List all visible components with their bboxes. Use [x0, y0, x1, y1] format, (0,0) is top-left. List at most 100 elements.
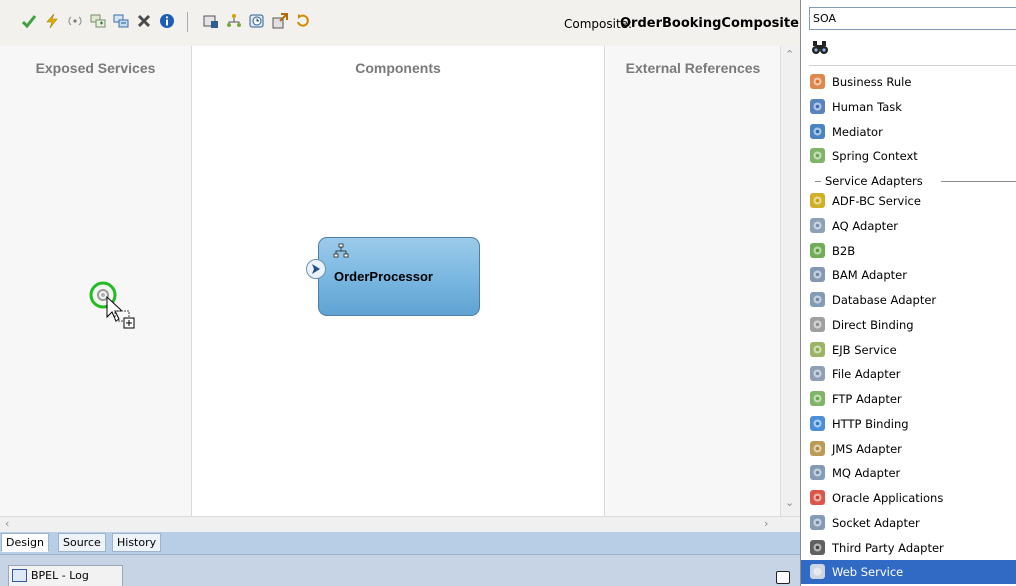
section-dash [815, 181, 821, 182]
palette-item-human-task[interactable]: Human Task [801, 95, 1016, 119]
human-task-icon [809, 98, 826, 115]
broadcast-icon[interactable] [66, 12, 84, 30]
jms-adapter-icon [809, 440, 826, 457]
clock-icon[interactable] [248, 12, 266, 30]
editor-toolbar: Composite: OrderBookingComposite [0, 0, 800, 46]
bpel-log-tab[interactable]: BPEL - Log [8, 565, 123, 586]
palette-item-label: Web Service [832, 565, 904, 580]
tab-source[interactable]: Source [58, 533, 106, 552]
palette-item-web-service[interactable]: Web Service [801, 560, 1016, 585]
aq-adapter-icon [809, 217, 826, 234]
palette-item-label: Business Rule [832, 75, 912, 89]
service-port-icon[interactable] [306, 259, 326, 279]
palette-item-direct-binding[interactable]: Direct Binding [801, 313, 1016, 337]
scroll-left-icon[interactable]: ‹ [5, 517, 9, 530]
scroll-right-icon[interactable]: › [764, 517, 768, 530]
scroll-down-icon[interactable]: ⌄ [785, 496, 794, 509]
palette-item-mediator[interactable]: Mediator [801, 120, 1016, 144]
binoculars-search-icon[interactable] [811, 40, 829, 58]
lightning-icon[interactable] [43, 12, 61, 30]
palette-item-socket-adapter[interactable]: Socket Adapter [801, 511, 1016, 535]
palette-page-select[interactable]: SOA [809, 7, 1016, 30]
external-references-lane[interactable]: External References [606, 46, 780, 516]
palette-item-oracle-applications[interactable]: Oracle Applications [801, 486, 1016, 510]
palette-divider [809, 65, 1016, 66]
palette-item-label: File Adapter [832, 367, 901, 382]
socket-adapter-icon [809, 514, 826, 531]
bpel-log-label: BPEL - Log [31, 569, 89, 582]
log-icon [12, 569, 27, 582]
components-title: Components [355, 60, 441, 76]
editor-view-tabs: Design Source History [0, 532, 800, 554]
third-party-adapter-icon [809, 539, 826, 556]
component-name: OrderProcessor [334, 269, 433, 284]
tab-history[interactable]: History [112, 533, 162, 552]
add-wire-icon[interactable] [89, 12, 107, 30]
palette-item-label: Third Party Adapter [832, 540, 944, 555]
palette-item-jms-adapter[interactable]: JMS Adapter [801, 437, 1016, 461]
palette-item-third-party-adapter[interactable]: Third Party Adapter [801, 536, 1016, 560]
palette-item-business-rule[interactable]: Business Rule [801, 70, 1016, 94]
palette-item-http-binding[interactable]: HTTP Binding [801, 412, 1016, 436]
info-icon[interactable] [158, 12, 176, 30]
minimize-icon[interactable] [776, 571, 790, 584]
palette-item-spring-context[interactable]: Spring Context [801, 144, 1016, 168]
scroll-up-icon[interactable]: ⌃ [785, 48, 794, 61]
validate-checkmark-icon[interactable] [20, 12, 38, 30]
oracle-applications-icon [809, 489, 826, 506]
palette-item-b2b[interactable]: B2B [801, 239, 1016, 263]
tab-design[interactable]: Design [1, 533, 49, 552]
palette-item-label: JMS Adapter [832, 441, 902, 456]
bpel-process-icon [333, 243, 349, 259]
layout-icon[interactable] [112, 12, 130, 30]
service-adapters-section-header[interactable]: Service Adapters [815, 174, 1016, 188]
ftp-adapter-icon [809, 390, 826, 407]
palette-item-label: Direct Binding [832, 317, 914, 332]
palette-item-file-adapter[interactable]: File Adapter [801, 362, 1016, 386]
web-service-icon [809, 563, 826, 580]
horizontal-scrollbar[interactable]: ‹ › [0, 516, 800, 532]
exposed-services-title: Exposed Services [35, 60, 156, 76]
palette-item-label: HTTP Binding [832, 416, 909, 431]
composite-editor: Composite: OrderBookingComposite Exposed… [0, 0, 800, 586]
drag-web-service-cursor-icon [89, 281, 149, 341]
mq-adapter-icon [809, 464, 826, 481]
composite-name: OrderBookingComposite [620, 16, 799, 31]
direct-binding-icon [809, 316, 826, 333]
palette-item-mq-adapter[interactable]: MQ Adapter [801, 461, 1016, 485]
component-palette: SOA Business Rule Human Task Mediator Sprin… [800, 0, 1016, 586]
vertical-scrollbar[interactable]: ⌃ ⌄ [780, 46, 800, 516]
palette-item-bam-adapter[interactable]: BAM Adapter [801, 263, 1016, 287]
toolbar-separator [187, 12, 188, 32]
refresh-icon[interactable] [294, 12, 312, 30]
database-adapter-icon [809, 291, 826, 308]
bam-adapter-icon [809, 266, 826, 283]
spring-context-icon [809, 147, 826, 164]
palette-item-label: Human Task [832, 99, 902, 114]
tree-icon[interactable] [225, 12, 243, 30]
delete-icon[interactable] [135, 12, 153, 30]
palette-item-label: Oracle Applications [832, 491, 944, 505]
palette-item-label: Mediator [832, 124, 883, 139]
mediator-icon [809, 123, 826, 140]
palette-item-label: Database Adapter [832, 293, 937, 307]
test-icon[interactable] [202, 12, 220, 30]
external-references-title: External References [625, 60, 761, 76]
palette-item-adf-bc-service[interactable]: ADF-BC Service [801, 189, 1016, 213]
palette-item-aq-adapter[interactable]: AQ Adapter [801, 214, 1016, 238]
b2b-icon [809, 242, 826, 259]
log-panel-bar: BPEL - Log [0, 554, 800, 586]
palette-item-label: AQ Adapter [832, 218, 898, 233]
deploy-icon[interactable] [271, 12, 289, 30]
palette-item-label: BAM Adapter [832, 268, 907, 283]
palette-item-ftp-adapter[interactable]: FTP Adapter [801, 387, 1016, 411]
palette-item-ejb-service[interactable]: EJB Service [801, 338, 1016, 362]
palette-item-label: ADF-BC Service [832, 194, 921, 208]
palette-item-label: MQ Adapter [832, 466, 901, 481]
service-adapters-label: Service Adapters [825, 174, 923, 188]
ejb-service-icon [809, 341, 826, 358]
adf-bc-service-icon [809, 192, 826, 209]
palette-item-label: Socket Adapter [832, 515, 920, 530]
section-rule [941, 181, 1016, 182]
palette-item-database-adapter[interactable]: Database Adapter [801, 288, 1016, 312]
